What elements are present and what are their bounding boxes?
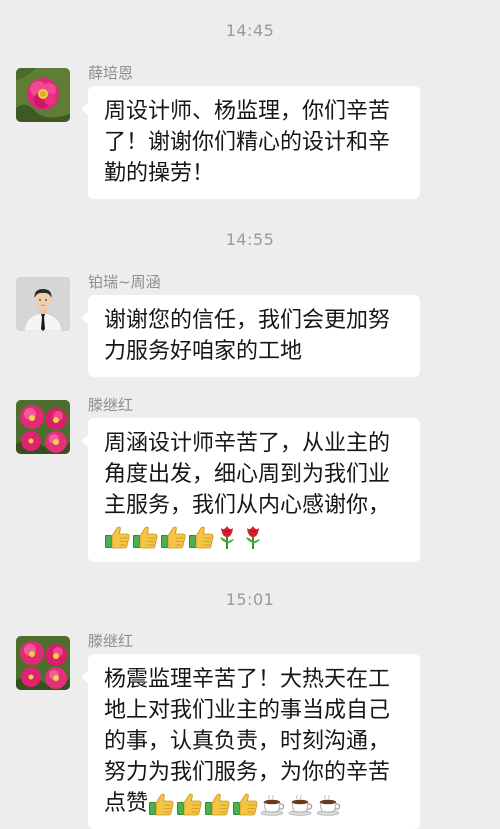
emoji-row (148, 791, 344, 816)
avatar-peony[interactable] (16, 68, 70, 122)
sender-name: 滕继红 (88, 632, 134, 650)
emoji-row (104, 524, 268, 549)
coffee-icon (260, 792, 286, 816)
rose-icon (242, 524, 264, 550)
message-bubble[interactable]: 周设计师、杨监理，你们辛苦了！谢谢你们精心的设计和辛勤的操劳！ (81, 86, 420, 199)
sender-name: 铂瑞~周涵 (88, 273, 161, 291)
thumbs-up-icon (132, 525, 158, 549)
sender-name: 薛培恩 (88, 64, 134, 82)
message-text: 谢谢您的信任，我们会更加努力服务好咱家的工地 (104, 308, 391, 364)
timestamp-3: 15:01 (225, 590, 275, 609)
message-bubble[interactable]: 杨震监理辛苦了！大热天在工地上对我们业主的事当成自己的事，认真负责，时刻沟通，努… (81, 654, 420, 829)
sender-name: 滕继红 (88, 396, 134, 414)
timestamp-1: 14:45 (225, 21, 275, 40)
avatar-person[interactable] (16, 277, 70, 331)
avatar-peony[interactable] (16, 400, 70, 454)
peony-flower-icon (16, 400, 70, 454)
timestamp-2: 14:55 (225, 230, 275, 249)
thumbs-up-icon (188, 525, 214, 549)
message-bubble[interactable]: 谢谢您的信任，我们会更加努力服务好咱家的工地 (81, 295, 420, 377)
peony-flower-icon (16, 636, 70, 690)
coffee-icon (316, 792, 342, 816)
avatar-peony[interactable] (16, 636, 70, 690)
message-bubble[interactable]: 周涵设计师辛苦了，从业主的角度出发，细心周到为我们业主服务，我们从内心感谢你， (81, 418, 420, 562)
message-text: 周设计师、杨监理，你们辛苦了！谢谢你们精心的设计和辛勤的操劳！ (104, 99, 391, 186)
thumbs-up-icon (204, 792, 230, 816)
message-text: 周涵设计师辛苦了，从业主的角度出发，细心周到为我们业主服务，我们从内心感谢你， (104, 431, 391, 518)
thumbs-up-icon (176, 792, 202, 816)
thumbs-up-icon (232, 792, 258, 816)
peony-flower-icon (16, 68, 70, 122)
thumbs-up-icon (160, 525, 186, 549)
coffee-icon (288, 792, 314, 816)
thumbs-up-icon (148, 792, 174, 816)
rose-icon (216, 524, 238, 550)
person-portrait-icon (16, 277, 70, 331)
thumbs-up-icon (104, 525, 130, 549)
